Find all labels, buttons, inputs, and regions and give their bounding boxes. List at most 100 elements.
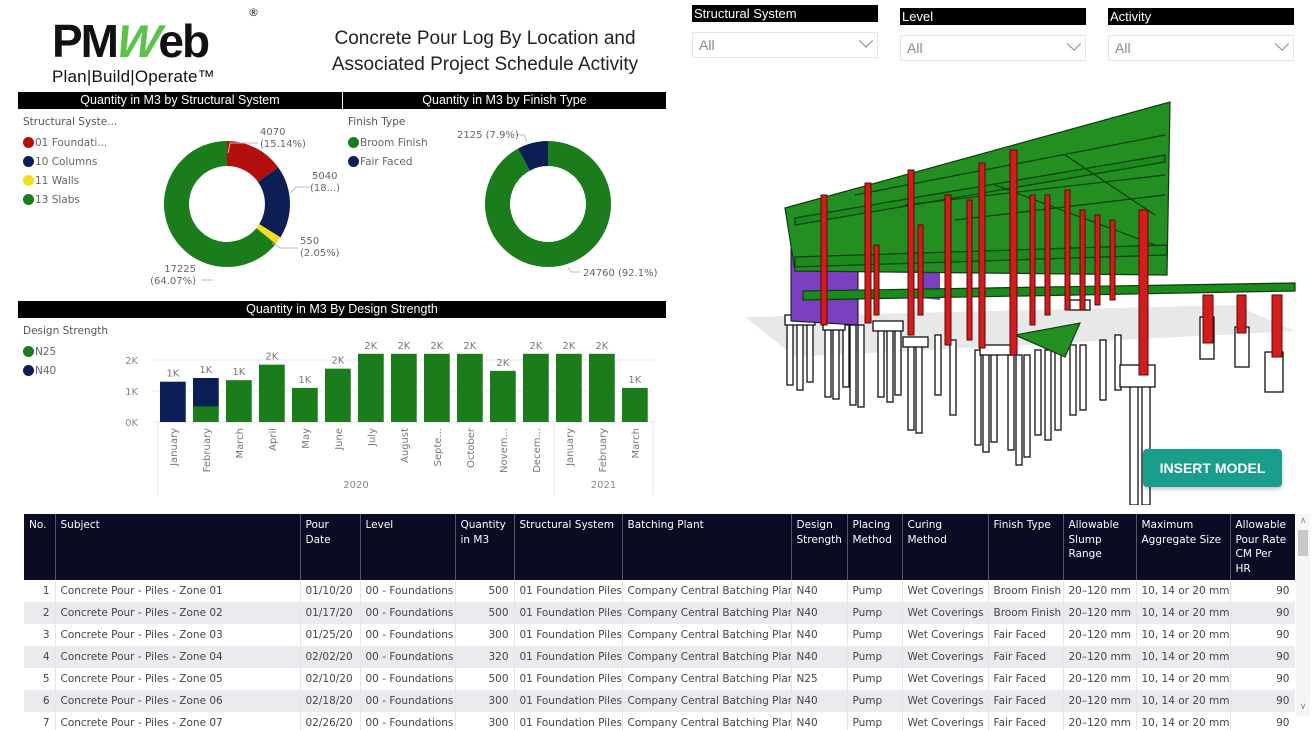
table-cell: 02/18/20 — [300, 690, 361, 712]
bar-n40[interactable] — [160, 381, 186, 422]
table-scrollbar[interactable]: ∧ ∨ — [1296, 514, 1310, 716]
table-cell: 300 — [455, 712, 515, 730]
filter-label: Activity — [1108, 8, 1294, 25]
table-cell: Company Central Batching Plant — [622, 602, 792, 624]
data-label: 24760 (92.1%) — [583, 268, 658, 279]
table-cell: 3 — [24, 624, 56, 646]
table-cell: Concrete Pour - Piles - Zone 05 — [55, 668, 301, 690]
table-cell: Concrete Pour - Piles - Zone 02 — [55, 602, 301, 624]
chevron-down-icon — [1274, 36, 1290, 51]
table-row[interactable]: 6 Concrete Pour - Piles - Zone 06 02/18/20… — [24, 690, 1295, 712]
table-cell: 00 - Foundations — [360, 580, 456, 602]
table-row[interactable]: 3 Concrete Pour - Piles - Zone 03 01/25/20… — [24, 624, 1295, 646]
bar-data-label: 2K — [463, 341, 476, 352]
column-header-quantity[interactable]: Quantity in M3 — [455, 514, 515, 580]
legend-item[interactable]: 13 Slabs — [23, 188, 117, 211]
column-header-subject[interactable]: Subject — [55, 514, 301, 580]
bar-data-label: 2K — [496, 358, 509, 369]
bar-n25[interactable] — [589, 353, 615, 422]
column-header-slump-range[interactable]: Allowable Slump Range — [1063, 514, 1137, 580]
table-cell: Concrete Pour - Piles - Zone 03 — [55, 624, 301, 646]
table-cell: N40 — [791, 624, 848, 646]
filter-activity: Activity All — [1108, 8, 1294, 61]
column-header-level[interactable]: Level — [360, 514, 456, 580]
column-header-placing-method[interactable]: Placing Method — [847, 514, 903, 580]
table-cell: Company Central Batching Plant — [622, 712, 792, 730]
finish-type-legend: Finish Type Broom Finish Fair Faced — [348, 116, 428, 173]
table-cell: 01 Foundation Piles — [514, 580, 623, 602]
bar-n25[interactable] — [358, 353, 384, 422]
table-cell: Wet Coverings — [902, 580, 989, 602]
bar-n25[interactable] — [391, 353, 417, 422]
table-cell: 500 — [455, 668, 515, 690]
x-tick-label: Decem... — [532, 428, 543, 473]
table-cell: N40 — [791, 646, 848, 668]
table-cell: 10, 14 or 20 mm — [1136, 668, 1231, 690]
insert-model-button[interactable]: INSERT MODEL — [1143, 449, 1282, 487]
bar-n25[interactable] — [325, 368, 351, 422]
table-cell: 20–120 mm — [1063, 690, 1137, 712]
bar-n25[interactable] — [424, 353, 450, 422]
bar-n25[interactable] — [193, 406, 219, 423]
table-cell: Pump — [847, 712, 903, 730]
table-cell: Company Central Batching Plant — [622, 690, 792, 712]
legend-item[interactable]: N40 — [23, 359, 108, 382]
column-header-pour-date[interactable]: Pour Date — [300, 514, 361, 580]
column-header-pour-rate[interactable]: Allowable Pour Rate CM Per HR — [1230, 514, 1295, 580]
scroll-up-icon[interactable]: ∧ — [1296, 514, 1310, 528]
data-label-percent: (2.05%) — [300, 248, 340, 259]
table-row[interactable]: 2 Concrete Pour - Piles - Zone 02 01/17/20… — [24, 602, 1295, 624]
column-header-structural-system[interactable]: Structural System — [514, 514, 623, 580]
table-cell: 10, 14 or 20 mm — [1136, 712, 1231, 730]
x-tick-label: March — [631, 428, 642, 458]
table-row[interactable]: 4 Concrete Pour - Piles - Zone 04 02/02/20… — [24, 646, 1295, 668]
level-dropdown[interactable]: All — [900, 35, 1086, 61]
bar-n25[interactable] — [292, 387, 318, 422]
bar-n25[interactable] — [622, 387, 648, 422]
x-tick-label: March — [235, 428, 246, 458]
x-group-label: 2020 — [343, 480, 368, 491]
table-cell: Wet Coverings — [902, 646, 989, 668]
bar-n25[interactable] — [556, 353, 582, 422]
bim-3d-model-view[interactable] — [735, 95, 1310, 505]
bar-n25[interactable] — [226, 380, 252, 422]
concrete-pour-log-table: No. Subject Pour Date Level Quantity in … — [24, 514, 1295, 730]
y-tick-label: 2K — [125, 356, 138, 367]
table-row[interactable]: 1 Concrete Pour - Piles - Zone 01 01/10/20… — [24, 580, 1295, 602]
table-row[interactable]: 5 Concrete Pour - Piles - Zone 05 02/10/20… — [24, 668, 1295, 690]
table-cell: 10, 14 or 20 mm — [1136, 690, 1231, 712]
column-header-finish-type[interactable]: Finish Type — [988, 514, 1064, 580]
table-cell: 90 — [1230, 668, 1295, 690]
chevron-down-icon — [858, 33, 874, 48]
legend-dot-icon — [23, 365, 34, 376]
column-header-curing-method[interactable]: Curing Method — [902, 514, 989, 580]
table-cell: 20–120 mm — [1063, 624, 1137, 646]
table-cell: 5 — [24, 668, 56, 690]
structural-system-donut-chart: 4070(15.14%) 5040(18...) 550(2.05%) 17225(6… — [150, 127, 340, 287]
activity-dropdown[interactable]: All — [1108, 35, 1294, 61]
legend-dot-icon — [23, 346, 34, 357]
legend-item[interactable]: Fair Faced — [348, 150, 428, 173]
pmweb-logo: PMWeb ® Plan|Build|Operate™ — [52, 4, 267, 86]
bar-n25[interactable] — [457, 353, 483, 422]
structural-system-dropdown[interactable]: All — [692, 32, 878, 58]
data-label: 5040 — [312, 171, 337, 182]
bar-n25[interactable] — [490, 370, 516, 422]
bar-n25[interactable] — [523, 353, 549, 422]
table-cell: Concrete Pour - Piles - Zone 06 — [55, 690, 301, 712]
column-header-no[interactable]: No. — [24, 514, 56, 580]
bar-n40[interactable] — [193, 377, 219, 407]
x-tick-label: October — [466, 427, 477, 468]
scroll-thumb[interactable] — [1298, 530, 1308, 556]
table-cell: Wet Coverings — [902, 602, 989, 624]
legend-dot-icon — [348, 156, 359, 167]
x-tick-label: August — [400, 428, 411, 463]
scroll-down-icon[interactable]: ∨ — [1296, 700, 1310, 714]
table-cell: 90 — [1230, 690, 1295, 712]
column-header-batching-plant[interactable]: Batching Plant — [622, 514, 792, 580]
bar-n25[interactable] — [259, 364, 285, 422]
column-header-design-strength[interactable]: Design Strength — [791, 514, 848, 580]
table-cell: Pump — [847, 690, 903, 712]
column-header-aggregate-size[interactable]: Maximum Aggregate Size — [1136, 514, 1231, 580]
table-row[interactable]: 7 Concrete Pour - Piles - Zone 07 02/26/20… — [24, 712, 1295, 730]
